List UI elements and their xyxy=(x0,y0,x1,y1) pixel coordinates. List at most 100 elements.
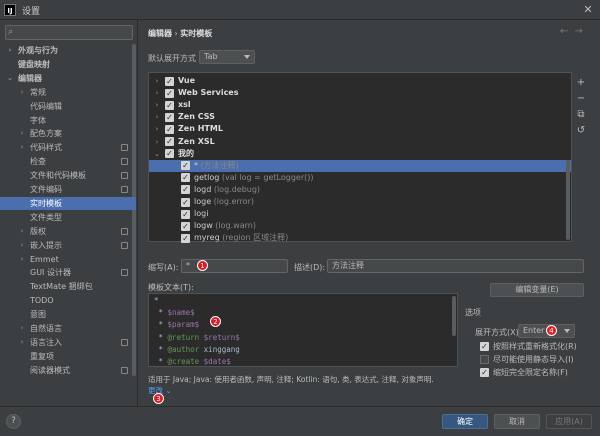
description-input[interactable]: 方法注释 xyxy=(327,259,584,273)
sidebar-item[interactable]: TextMate 捆绑包 xyxy=(0,280,136,293)
template-enabled-checkbox[interactable]: ✓ xyxy=(181,221,190,231)
chevron-right-icon[interactable]: › xyxy=(18,336,26,349)
template-enabled-checkbox[interactable]: ✓ xyxy=(165,112,174,122)
apply-button[interactable]: 应用(A) xyxy=(546,414,592,429)
edit-variables-button[interactable]: 编辑变量(E) xyxy=(490,283,584,297)
template-enabled-checkbox[interactable]: ✓ xyxy=(181,185,190,195)
code-text: * xyxy=(154,296,159,305)
sidebar-item[interactable]: 文件类型 xyxy=(0,211,136,224)
option-checkbox-label[interactable]: 尽可能使用静态导入(I) xyxy=(493,354,574,365)
chevron-right-icon[interactable]: › xyxy=(18,239,26,252)
close-icon[interactable]: ✕ xyxy=(580,2,596,18)
template-item-row[interactable]: ✓ loge (log.error) xyxy=(149,196,571,208)
sidebar-item[interactable]: 文件和代码模板 xyxy=(0,169,136,182)
settings-search-input[interactable] xyxy=(5,25,133,40)
help-button[interactable]: ? xyxy=(6,414,21,429)
sidebar-item[interactable]: 字体 xyxy=(0,114,136,127)
template-enabled-checkbox[interactable]: ✓ xyxy=(165,124,174,134)
sidebar-item[interactable]: 代码编辑 xyxy=(0,100,136,113)
sidebar-item[interactable]: › Emmet xyxy=(0,253,136,266)
template-item-row[interactable]: ✓ logw (log.warn) xyxy=(149,220,571,232)
template-item-row[interactable]: ✓ logd (log.debug) xyxy=(149,184,571,196)
sidebar-item[interactable]: › 常规 xyxy=(0,86,136,99)
sidebar-item[interactable]: TODO xyxy=(0,294,136,307)
template-group-row[interactable]: › ✓ Zen CSS xyxy=(149,111,571,123)
template-enabled-checkbox[interactable]: ✓ xyxy=(165,88,174,98)
sidebar-item[interactable]: ⌄ 编辑器 xyxy=(0,72,136,85)
chevron-right-icon[interactable]: › xyxy=(6,44,14,57)
chevron-right-icon[interactable]: › xyxy=(153,136,161,148)
remove-icon[interactable]: − xyxy=(574,92,588,106)
sidebar-item[interactable]: 检查 xyxy=(0,155,136,168)
option-checkbox[interactable]: ✓ xyxy=(480,342,489,351)
template-variable: $name$ xyxy=(167,308,195,318)
sidebar-item[interactable]: 文件编码 xyxy=(0,183,136,196)
chevron-right-icon[interactable]: › xyxy=(18,322,26,335)
template-name: * xyxy=(194,160,198,170)
sidebar-item[interactable]: 重复项 xyxy=(0,350,136,363)
sidebar-item[interactable]: › 外观与行为 xyxy=(0,44,136,57)
sidebar-item[interactable]: › 自然语言 xyxy=(0,322,136,335)
template-group-row[interactable]: › ✓ Vue xyxy=(149,75,571,87)
cancel-button[interactable]: 取消 xyxy=(494,414,540,429)
sidebar-item[interactable]: GUI 设计器 xyxy=(0,266,136,279)
code-line: * @create $date$ xyxy=(154,356,231,366)
template-enabled-checkbox[interactable]: ✓ xyxy=(181,173,190,183)
sidebar-item[interactable]: 阅读器模式 xyxy=(0,364,136,377)
chevron-down-icon[interactable]: ⌄ xyxy=(153,148,161,160)
chevron-right-icon[interactable]: › xyxy=(153,123,161,135)
sidebar-item[interactable]: › 嵌入提示 xyxy=(0,239,136,252)
template-enabled-checkbox[interactable]: ✓ xyxy=(165,100,174,110)
sidebar-item[interactable]: › 代码样式 xyxy=(0,141,136,154)
template-group-row[interactable]: › ✓ Zen XSL xyxy=(149,136,571,148)
sidebar-item[interactable]: 实时模板 xyxy=(0,196,136,210)
template-group-row[interactable]: › ✓ Web Services xyxy=(149,87,571,99)
sidebar-item-label: GUI 设计器 xyxy=(30,268,71,278)
chevron-right-icon[interactable]: › xyxy=(18,86,26,99)
option-checkbox-label[interactable]: 按照样式重新格式化(R) xyxy=(493,341,577,352)
template-text-editor[interactable]: * * $name$ * $param$ * @return $return$ … xyxy=(148,293,458,367)
sidebar-item[interactable]: 键盘映射 xyxy=(0,58,136,71)
copy-icon[interactable]: ⧉ xyxy=(574,108,588,122)
chevron-right-icon[interactable]: › xyxy=(18,253,26,266)
chevron-right-icon[interactable]: › xyxy=(153,87,161,99)
forward-arrow-icon[interactable]: → xyxy=(574,26,588,37)
template-item-row[interactable]: ✓ myreg (region 区域注释) xyxy=(149,232,571,244)
template-group-row[interactable]: ⌄ ✓ 我的 xyxy=(149,148,571,160)
template-list-scrollbar[interactable] xyxy=(566,160,570,240)
template-enabled-checkbox[interactable]: ✓ xyxy=(181,209,190,219)
template-enabled-checkbox[interactable]: ✓ xyxy=(165,149,174,159)
template-enabled-checkbox[interactable]: ✓ xyxy=(165,137,174,146)
sidebar-item[interactable]: › 语言注入 xyxy=(0,336,136,349)
template-item-row[interactable]: ✓ getlog (val log = getLogger()) xyxy=(149,172,571,184)
option-checkbox[interactable]: ✓ xyxy=(480,368,489,377)
ok-button[interactable]: 确定 xyxy=(442,414,488,429)
add-icon[interactable]: + xyxy=(574,76,588,90)
restore-icon[interactable]: ↺ xyxy=(574,124,588,138)
template-text-scrollbar[interactable] xyxy=(452,296,456,336)
template-group-row[interactable]: › ✓ xsl xyxy=(149,99,571,111)
default-expand-select[interactable]: Tab xyxy=(199,50,255,64)
sidebar-item[interactable]: › 版权 xyxy=(0,225,136,238)
option-checkbox-label[interactable]: 缩短完全限定名称(F) xyxy=(493,367,568,378)
chevron-down-icon[interactable]: ⌄ xyxy=(6,72,14,85)
default-expand-label: 默认展开方式 xyxy=(148,54,196,63)
sidebar-item[interactable]: › 配色方案 xyxy=(0,127,136,140)
chevron-right-icon[interactable]: › xyxy=(18,141,26,154)
option-checkbox[interactable] xyxy=(480,355,489,364)
template-group-row[interactable]: › ✓ Zen HTML xyxy=(149,123,571,135)
chevron-right-icon[interactable]: › xyxy=(153,99,161,111)
chevron-right-icon[interactable]: › xyxy=(18,127,26,140)
template-enabled-checkbox[interactable]: ✓ xyxy=(165,76,174,86)
back-arrow-icon[interactable]: ← xyxy=(560,26,574,37)
template-enabled-checkbox[interactable]: ✓ xyxy=(181,197,190,207)
chevron-right-icon[interactable]: › xyxy=(18,225,26,238)
chevron-right-icon[interactable]: › xyxy=(153,75,161,87)
sidebar-item[interactable]: 意图 xyxy=(0,308,136,321)
chevron-right-icon[interactable]: › xyxy=(153,111,161,123)
template-item-row[interactable]: ✓ * (方法注释) xyxy=(149,159,571,172)
breadcrumb-parent[interactable]: 编辑器 xyxy=(148,29,172,38)
template-enabled-checkbox[interactable]: ✓ xyxy=(181,233,190,243)
template-item-row[interactable]: ✓ logi xyxy=(149,208,571,220)
template-enabled-checkbox[interactable]: ✓ xyxy=(181,161,190,171)
